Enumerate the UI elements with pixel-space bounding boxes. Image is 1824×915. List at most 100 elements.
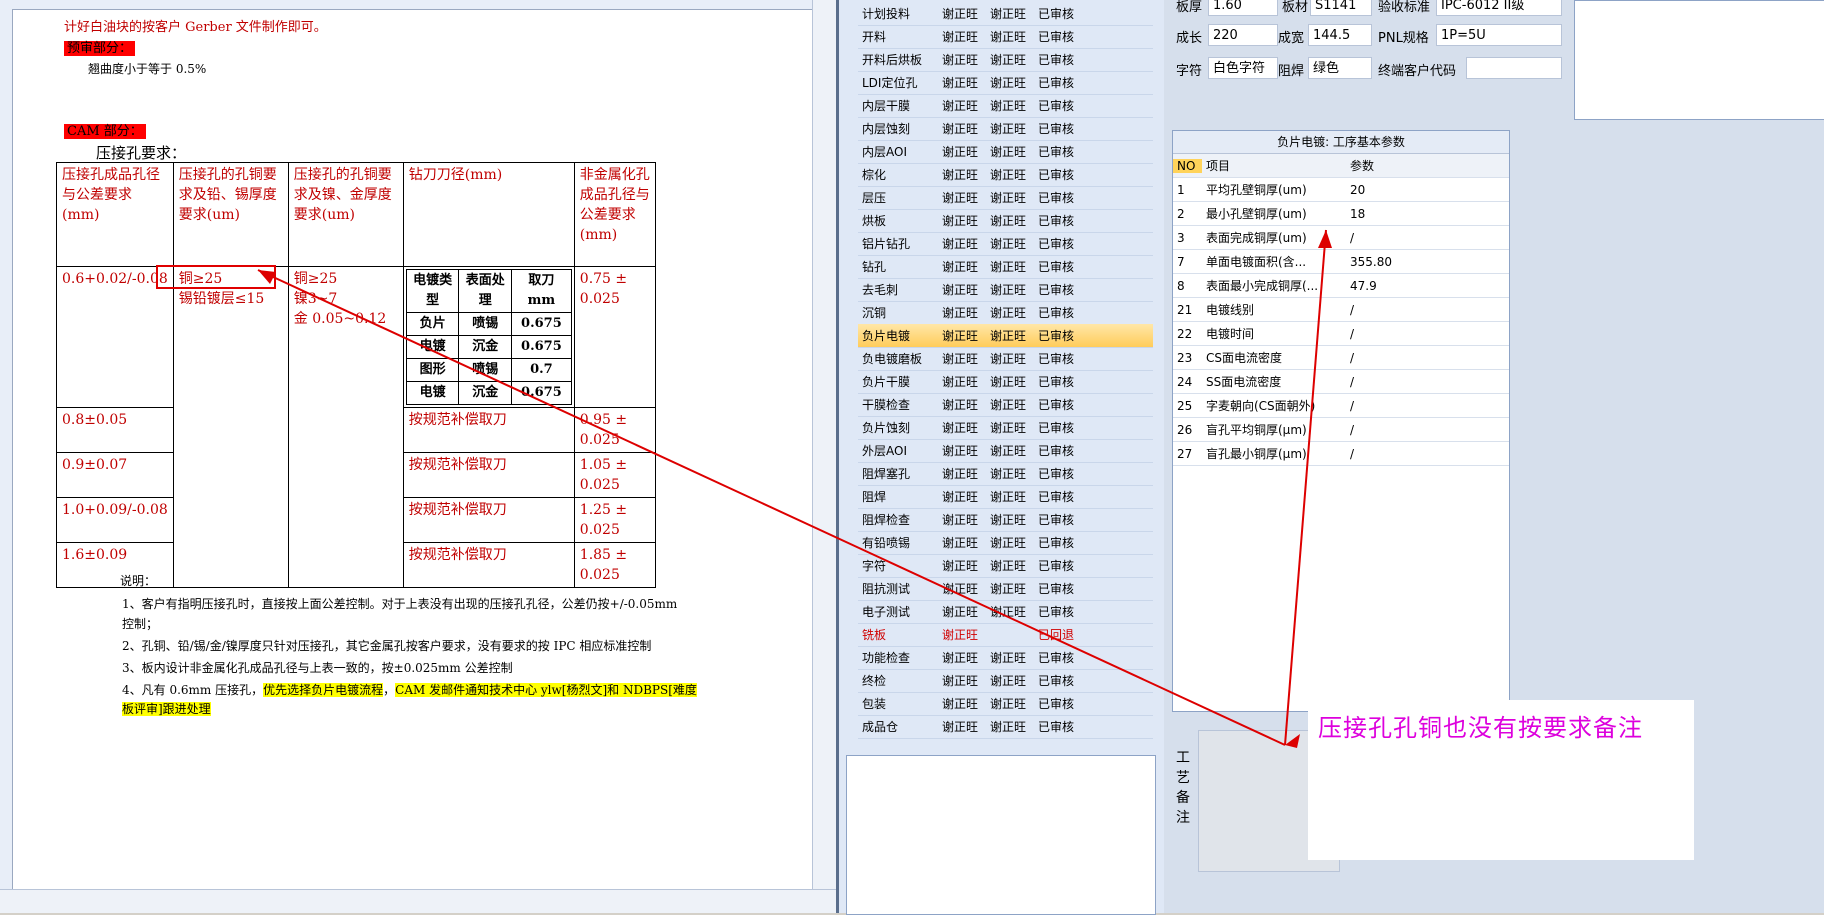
process-row[interactable]: 内层蚀刻 谢正旺 谢正旺 已审核 xyxy=(858,117,1153,141)
process-row[interactable]: 阻焊塞孔 谢正旺 谢正旺 已审核 xyxy=(858,462,1153,486)
param-item: 电镀时间 xyxy=(1206,327,1255,341)
process-row[interactable]: 内层AOI 谢正旺 谢正旺 已审核 xyxy=(858,140,1153,164)
subtable-cell: 0.675 xyxy=(511,381,572,405)
operator: 谢正旺 xyxy=(942,30,979,44)
process-row[interactable]: 去毛刺 谢正旺 谢正旺 已审核 xyxy=(858,278,1153,302)
standard-field[interactable]: IPC-6012 II级 xyxy=(1436,0,1562,16)
process-name: 干膜检查 xyxy=(862,398,911,412)
material-field[interactable]: S1141 xyxy=(1310,0,1372,16)
param-row[interactable]: 22 电镀时间 / xyxy=(1173,322,1509,346)
param-value: 47.9 xyxy=(1350,278,1377,293)
process-name: 有铅喷锡 xyxy=(862,536,911,550)
process-row[interactable]: 包装 谢正旺 谢正旺 已审核 xyxy=(858,692,1153,716)
param-row[interactable]: 8 表面最小完成铜厚(... 47.9 xyxy=(1173,274,1509,298)
param-item: 盲孔平均铜厚(μm) xyxy=(1206,423,1307,437)
process-row[interactable]: 层压 谢正旺 谢正旺 已审核 xyxy=(858,186,1153,210)
reviewer: 谢正旺 xyxy=(990,214,1027,228)
param-row[interactable]: 7 单面电镀面积(含... 355.80 xyxy=(1173,250,1509,274)
process-row[interactable]: 阻焊检查 谢正旺 谢正旺 已审核 xyxy=(858,508,1153,532)
process-row[interactable]: 铣板 谢正旺 已回退 xyxy=(858,623,1153,647)
process-row[interactable]: 负片蚀刻 谢正旺 谢正旺 已审核 xyxy=(858,416,1153,440)
process-row[interactable]: 有铅喷锡 谢正旺 谢正旺 已审核 xyxy=(858,531,1153,555)
pnl-field[interactable]: 1P=5U xyxy=(1436,24,1562,46)
process-row[interactable]: 开料 谢正旺 谢正旺 已审核 xyxy=(858,25,1153,49)
length-field[interactable]: 220 xyxy=(1208,24,1278,46)
reviewer: 谢正旺 xyxy=(990,283,1027,297)
operator: 谢正旺 xyxy=(942,214,979,228)
process-name: 负片蚀刻 xyxy=(862,421,911,435)
annotation-text: 压接孔孔铜也没有按要求备注 xyxy=(1318,714,1643,742)
status: 已审核 xyxy=(1038,329,1075,343)
char-label: 字符 xyxy=(1176,64,1203,79)
char-field[interactable]: 白色字符 xyxy=(1208,57,1278,79)
width-field[interactable]: 144.5 xyxy=(1308,24,1372,46)
process-row[interactable]: 电子测试 谢正旺 谢正旺 已审核 xyxy=(858,600,1153,624)
reviewer: 谢正旺 xyxy=(990,444,1027,458)
process-row[interactable]: 干膜检查 谢正旺 谢正旺 已审核 xyxy=(858,393,1153,417)
operator: 谢正旺 xyxy=(942,283,979,297)
doc-vertical-scrollbar[interactable] xyxy=(812,0,836,889)
note-2: 2、孔铜、铅/锡/金/镍厚度只针对压接孔，其它金属孔按客户要求，没有要求的按 I… xyxy=(122,639,652,653)
param-row[interactable]: 1 平均孔壁铜厚(um) 20 xyxy=(1173,178,1509,202)
status: 已审核 xyxy=(1038,398,1075,412)
process-row[interactable]: 终检 谢正旺 谢正旺 已审核 xyxy=(858,669,1153,693)
end-customer-field[interactable] xyxy=(1466,57,1562,79)
process-name: 负电镀磨板 xyxy=(862,352,923,366)
process-row[interactable]: 沉铜 谢正旺 谢正旺 已审核 xyxy=(858,301,1153,325)
operator: 谢正旺 xyxy=(942,674,979,688)
param-row[interactable]: 21 电镀线别 / xyxy=(1173,298,1509,322)
reviewer: 谢正旺 xyxy=(990,306,1027,320)
subtable-header: 取刀mm xyxy=(511,269,572,313)
process-row[interactable]: 外层AOI 谢正旺 谢正旺 已审核 xyxy=(858,439,1153,463)
param-row[interactable]: 24 SS面电流密度 / xyxy=(1173,370,1509,394)
process-row[interactable]: 钻孔 谢正旺 谢正旺 已审核 xyxy=(858,255,1153,279)
status: 已审核 xyxy=(1038,375,1075,389)
process-name: 负片干膜 xyxy=(862,375,911,389)
process-row[interactable]: 负片电镀 谢正旺 谢正旺 已审核 xyxy=(858,324,1153,348)
param-row[interactable]: 27 盲孔最小铜厚(μm) / xyxy=(1173,442,1509,466)
param-row[interactable]: 3 表面完成铜厚(um) / xyxy=(1173,226,1509,250)
process-row[interactable]: 棕化 谢正旺 谢正旺 已审核 xyxy=(858,163,1153,187)
param-no: 23 xyxy=(1177,350,1193,365)
reviewer: 谢正旺 xyxy=(990,513,1027,527)
process-name: 开料 xyxy=(862,30,887,44)
process-row[interactable]: 内层干膜 谢正旺 谢正旺 已审核 xyxy=(858,94,1153,118)
param-row[interactable]: 26 盲孔平均铜厚(μm) / xyxy=(1173,418,1509,442)
process-row[interactable]: 负片干膜 谢正旺 谢正旺 已审核 xyxy=(858,370,1153,394)
process-name: 内层AOI xyxy=(862,145,907,159)
operator: 谢正旺 xyxy=(942,490,979,504)
status: 已审核 xyxy=(1038,582,1075,596)
param-value: / xyxy=(1350,398,1355,413)
param-row[interactable]: 2 最小孔壁铜厚(um) 18 xyxy=(1173,202,1509,226)
process-row[interactable]: 成品仓 谢正旺 谢正旺 已审核 xyxy=(858,715,1153,739)
process-row[interactable]: 字符 谢正旺 谢正旺 已审核 xyxy=(858,554,1153,578)
param-row[interactable]: 23 CS面电流密度 / xyxy=(1173,346,1509,370)
process-row[interactable]: LDI定位孔 谢正旺 谢正旺 已审核 xyxy=(858,71,1153,95)
thickness-field[interactable]: 1.60 xyxy=(1208,0,1278,16)
reviewer: 谢正旺 xyxy=(990,191,1027,205)
param-value: / xyxy=(1350,350,1355,365)
document-pane[interactable]: 计好白油块的按客户 Gerber 文件制作即可。 预审部分： 翘曲度小于等于 0… xyxy=(0,0,836,913)
process-name: 终检 xyxy=(862,674,887,688)
reviewer: 谢正旺 xyxy=(990,329,1027,343)
param-value: / xyxy=(1350,230,1355,245)
process-row[interactable]: 阻焊 谢正旺 谢正旺 已审核 xyxy=(858,485,1153,509)
process-row[interactable]: 烘板 谢正旺 谢正旺 已审核 xyxy=(858,209,1153,233)
process-row[interactable]: 铝片钻孔 谢正旺 谢正旺 已审核 xyxy=(858,232,1153,256)
process-row[interactable]: 功能检查 谢正旺 谢正旺 已审核 xyxy=(858,646,1153,670)
param-no: 27 xyxy=(1177,446,1193,461)
table-cell: 按规范补偿取刀 xyxy=(402,407,575,453)
status: 已审核 xyxy=(1038,306,1075,320)
reviewer: 谢正旺 xyxy=(990,260,1027,274)
process-row[interactable]: 负电镀磨板 谢正旺 谢正旺 已审核 xyxy=(858,347,1153,371)
operator: 谢正旺 xyxy=(942,306,979,320)
process-row[interactable]: 阻抗测试 谢正旺 谢正旺 已审核 xyxy=(858,577,1153,601)
note-4-cont: 板评审]跟进处理 xyxy=(122,702,211,716)
doc-horizontal-scrollbar[interactable] xyxy=(0,889,836,913)
param-row[interactable]: 25 字麦朝向(CS面朝外) / xyxy=(1173,394,1509,418)
process-row[interactable]: 开料后烘板 谢正旺 谢正旺 已审核 xyxy=(858,48,1153,72)
mask-field[interactable]: 绿色 xyxy=(1308,57,1372,79)
process-row[interactable]: 计划投料 谢正旺 谢正旺 已审核 xyxy=(858,2,1153,26)
reviewer: 谢正旺 xyxy=(990,674,1027,688)
operator: 谢正旺 xyxy=(942,168,979,182)
